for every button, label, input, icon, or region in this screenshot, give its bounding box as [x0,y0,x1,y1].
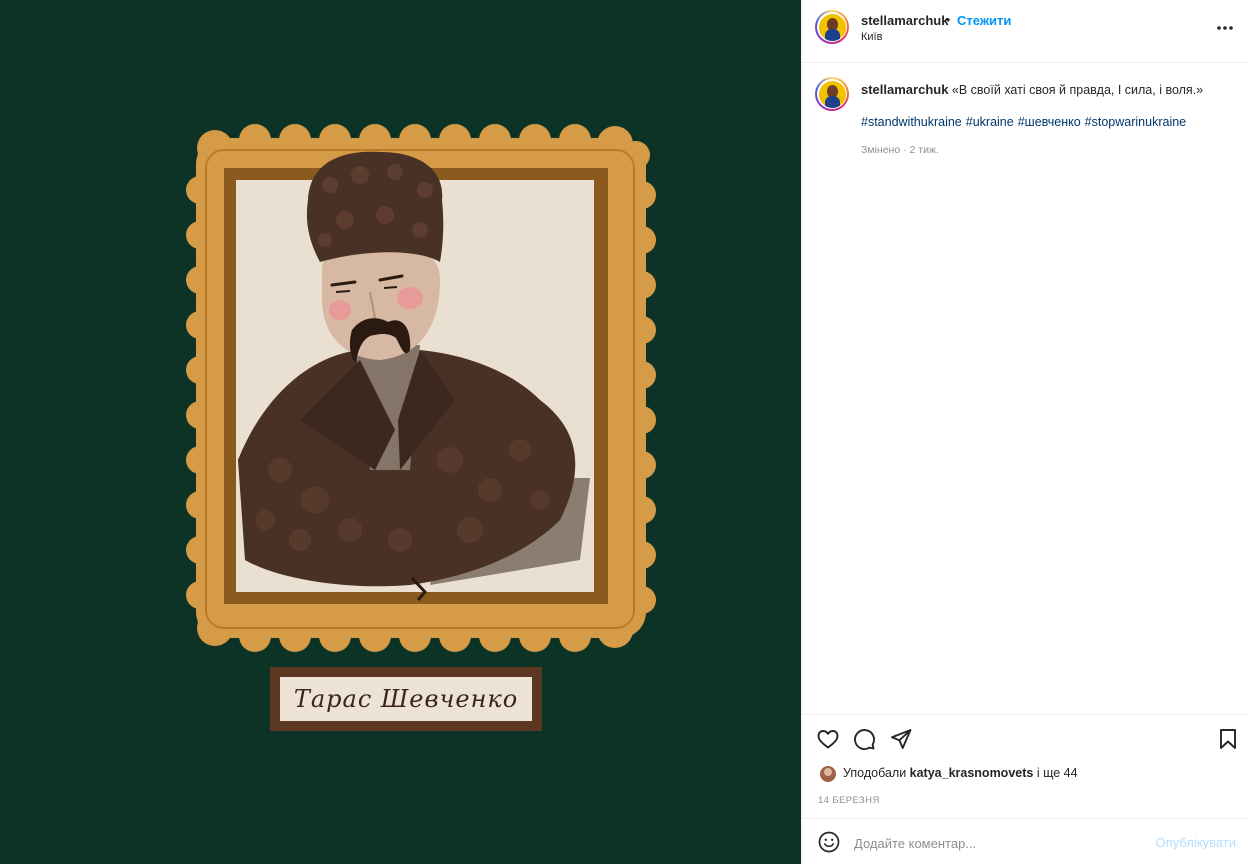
caption-avatar[interactable] [815,77,849,111]
paper-plane-icon[interactable] [889,727,913,751]
post-date[interactable]: 14 БЕРЕЗНЯ [818,795,880,806]
more-options-icon[interactable] [1216,18,1234,36]
post-username[interactable]: stellamarchuk [861,13,948,28]
emoji-icon[interactable] [817,830,841,854]
hashtag[interactable]: #stopwarinukraine [1085,115,1186,129]
comment-icon[interactable] [852,727,876,751]
likes-suffix[interactable]: і ще 44 [1037,766,1078,780]
liker-avatar[interactable] [820,766,836,782]
comment-bar: Опублікувати [802,818,1248,865]
portrait-illustration [186,124,656,731]
hashtag[interactable]: #ukraine [966,115,1014,129]
follow-button[interactable]: Стежити [957,13,1011,28]
post-location[interactable]: Київ [861,31,882,43]
caption-body: stellamarchuk «В своїй хаті своя й правд… [861,81,1231,99]
likes-user[interactable]: katya_krasnomovets [910,766,1034,780]
post-side-panel: stellamarchuk • Стежити Київ stellamarch… [801,0,1248,864]
post-header: stellamarchuk • Стежити Київ [802,0,1248,63]
hashtag-list: #standwithukraine #ukraine #шевченко #stopw… [861,115,1190,129]
hashtag[interactable]: #шевченко [1018,115,1081,129]
nameplate-text: Тарас Шевченко [293,685,519,713]
hashtag[interactable]: #standwithukraine [861,115,962,129]
likes-summary: Уподобали katya_krasnomovets і ще 44 [843,766,1078,780]
heart-icon[interactable] [816,727,840,751]
likes-prefix: Уподобали [843,766,907,780]
comment-input[interactable] [852,831,1146,855]
caption-text: «В своїй хаті своя й правда, І сила, і в… [951,83,1204,97]
avatar[interactable] [815,10,849,44]
publish-button[interactable]: Опублікувати [1156,835,1236,850]
separator-dot: • [946,13,951,27]
post-image[interactable]: Тарас Шевченко [0,0,801,864]
caption-meta: Змінено · 2 тиж. [861,144,939,156]
bookmark-icon[interactable] [1216,727,1240,751]
caption-username[interactable]: stellamarchuk [861,82,948,97]
